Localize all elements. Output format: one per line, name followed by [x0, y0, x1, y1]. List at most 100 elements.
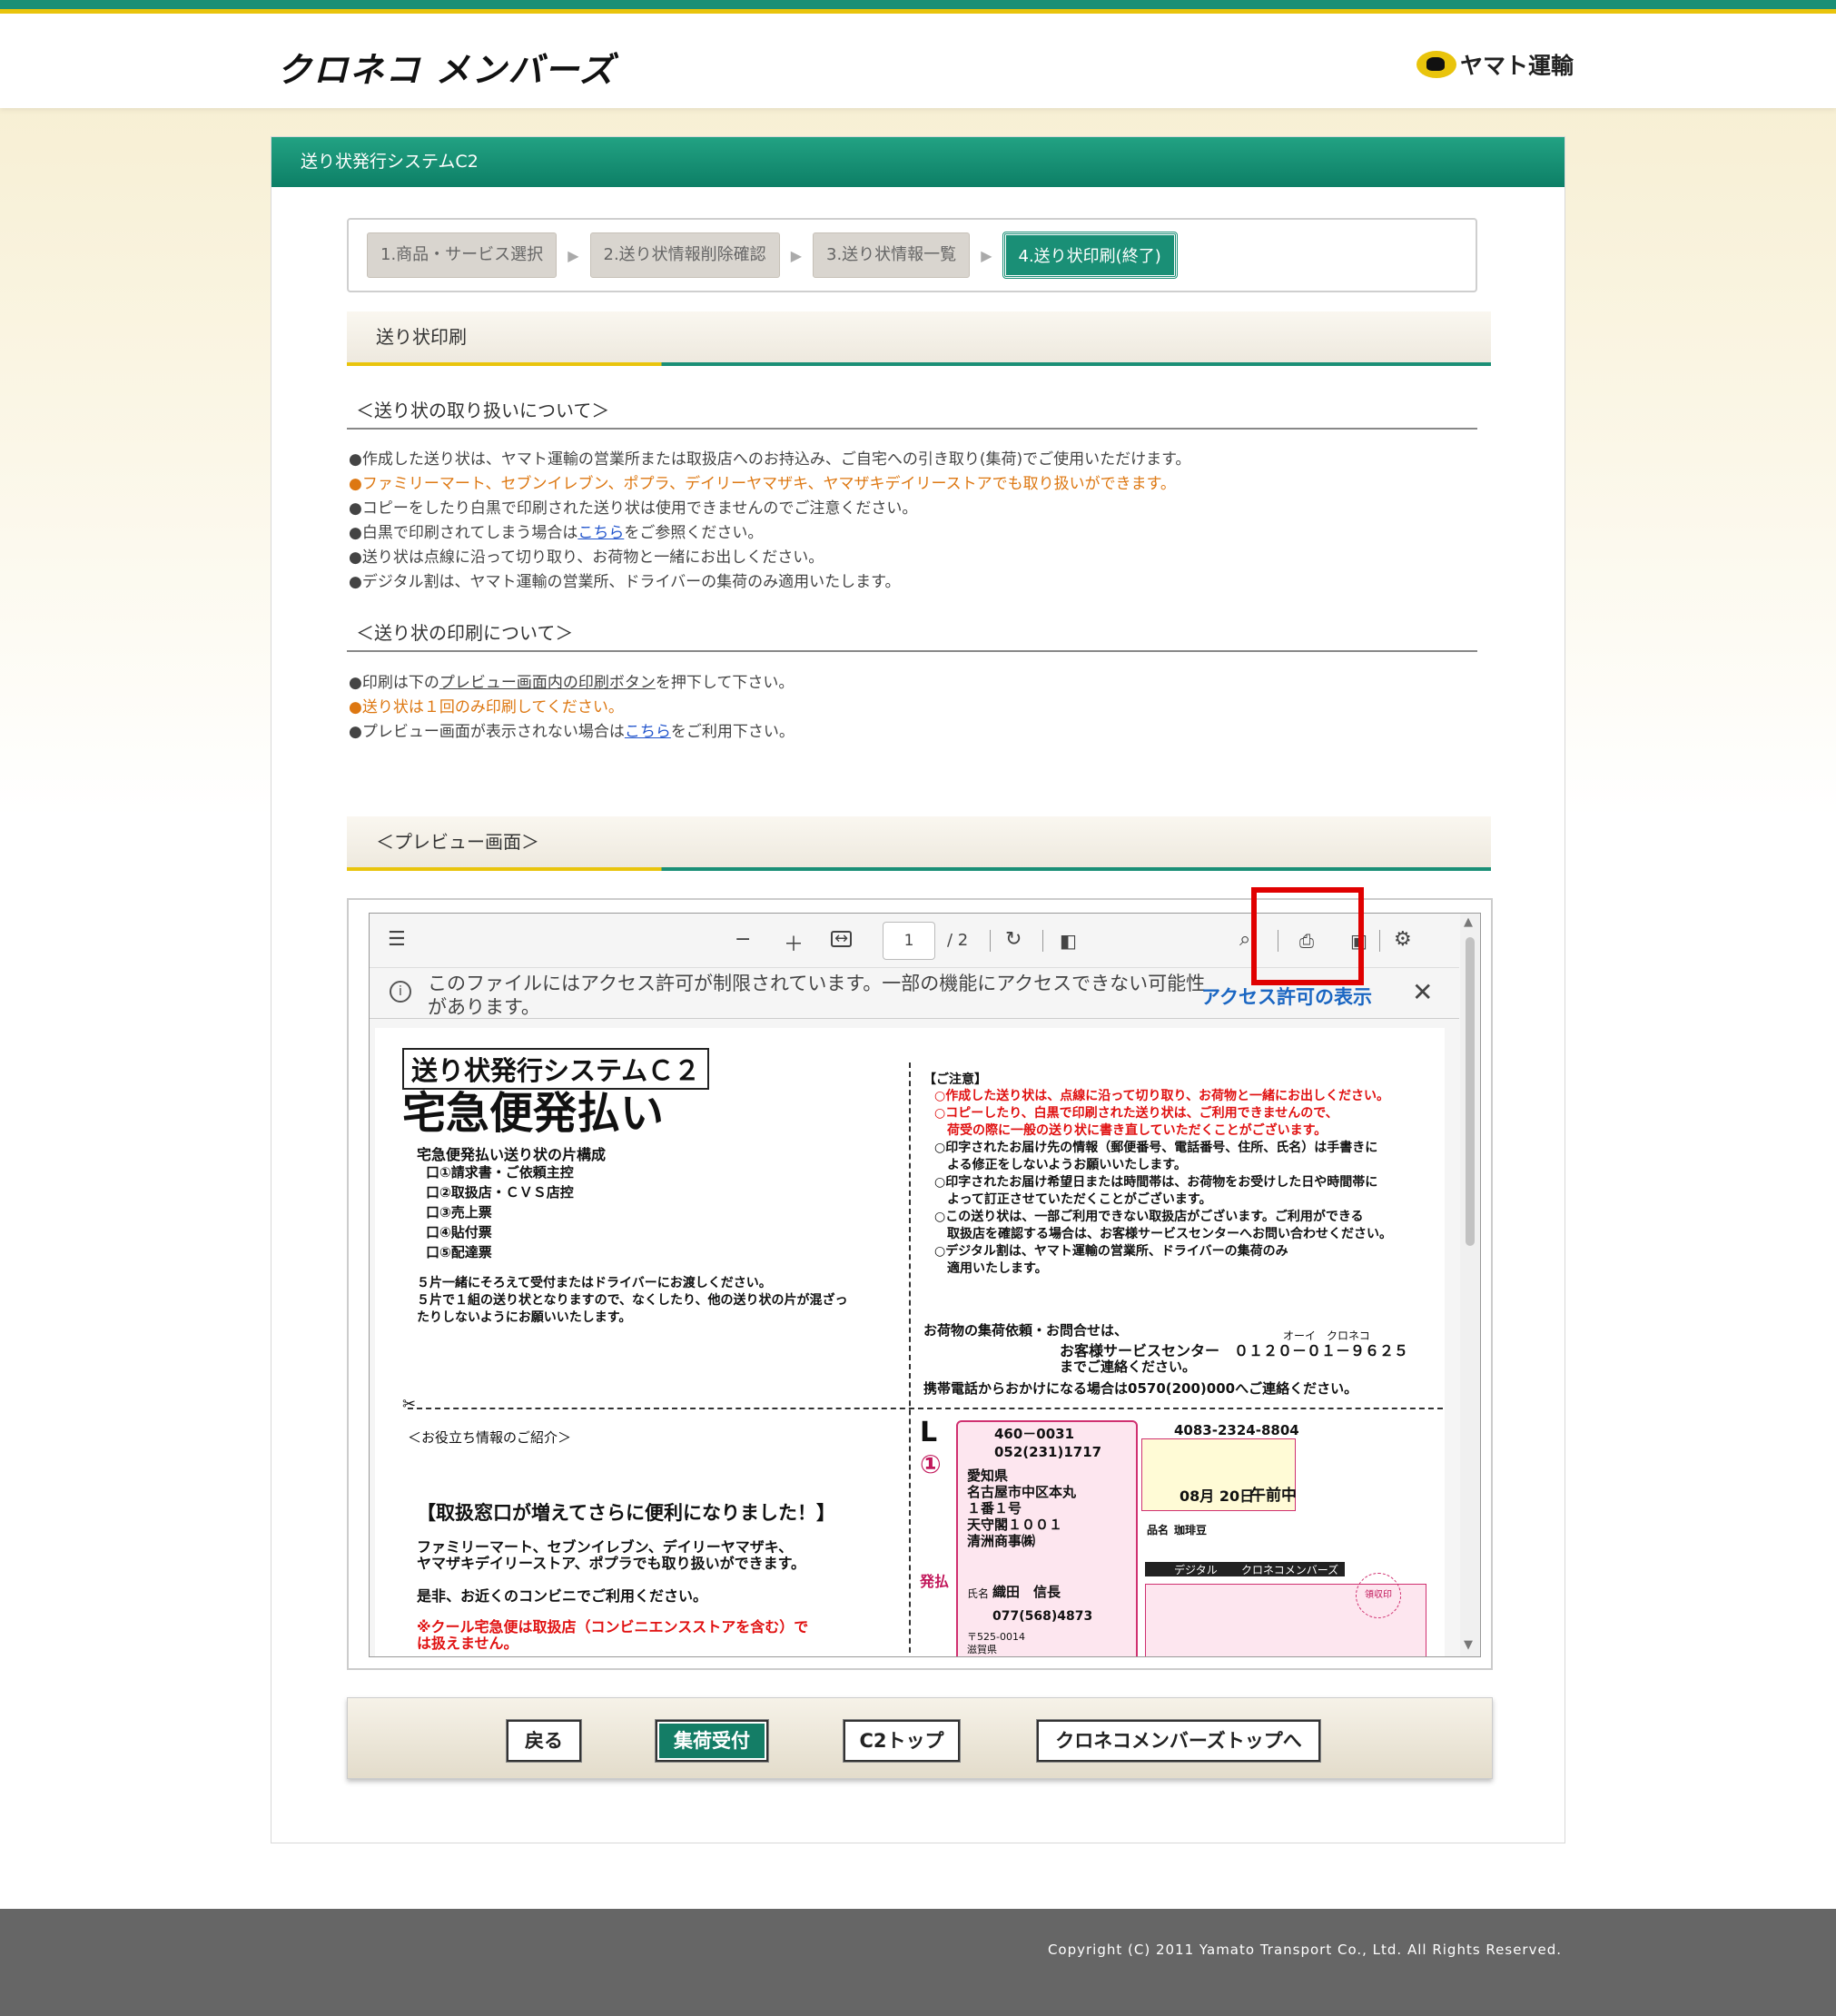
- info-icon: i: [390, 981, 411, 1003]
- zoom-out-icon[interactable]: −: [735, 928, 751, 951]
- members-label: クロネコメンバーズ: [1241, 1564, 1339, 1576]
- item-name: 珈琲豆: [1174, 1524, 1208, 1537]
- caution-title: 【ご注意】: [923, 1072, 987, 1087]
- promo-warning: は扱えません。: [417, 1635, 518, 1652]
- item-label: 品名: [1147, 1524, 1170, 1537]
- cut-line-vertical: [909, 1062, 911, 1656]
- caution-item: 取扱店を確認する場合は、お客様サービスセンターへお問い合わせください。: [934, 1227, 1392, 1241]
- step-3: 3.送り状情報一覧: [813, 232, 971, 278]
- printing-item-once: ●送り状は１回のみ印刷してください。: [349, 698, 624, 716]
- contact-line: お荷物の集荷依頼・お問合せは、: [923, 1322, 1129, 1339]
- permission-message: このファイルにはアクセス許可が制限されています。一部の機能にアクセスできない可能…: [428, 973, 1206, 1018]
- slip-number: 4083-2324-8804: [1174, 1422, 1299, 1438]
- scroll-down-icon[interactable]: ▼: [1464, 1638, 1473, 1652]
- contact-mobile: 携帯電話からおかけになる場合は0570(200)000へご連絡ください。: [923, 1380, 1358, 1397]
- section-underline: [347, 867, 1491, 871]
- main-panel: 送り状発行システムC2 1.商品・サービス選択 ▶ 2.送り状情報削除確認 ▶ …: [271, 136, 1565, 1843]
- page-number-input[interactable]: 1: [883, 922, 935, 960]
- step-1: 1.商品・サービス選択: [367, 232, 558, 278]
- caution-item: ○この送り状は、一部ご利用できない取扱店がございます。ご利用ができる: [934, 1210, 1364, 1224]
- section-header-print: 送り状印刷: [347, 311, 1491, 366]
- copyright: Copyright (C) 2011 Yamato Transport Co.,…: [1047, 1942, 1562, 1958]
- step-arrow-icon: ▶: [790, 246, 802, 264]
- parts-title: 宅急便発払い送り状の片構成: [417, 1146, 607, 1163]
- printing-item: ●プレビュー画面が表示されない場合はこちらをご利用下さい。: [349, 720, 795, 745]
- yamato-logo-text: ヤマト運輸: [1460, 53, 1574, 79]
- toolbar-separator: [990, 930, 991, 952]
- handling-item: ●送り状は点線に沿って切り取り、お荷物と一緒にお出しください。: [349, 548, 824, 567]
- sender-addr: 滋賀県: [967, 1644, 997, 1655]
- receipt-stamp: 領収印: [1356, 1573, 1401, 1618]
- contents-list-icon[interactable]: ☰: [388, 928, 406, 951]
- back-button[interactable]: 戻る: [507, 1720, 581, 1762]
- scroll-up-icon[interactable]: ▲: [1464, 915, 1473, 929]
- pdf-preview-frame: ☰ − ＋ ↔ 1 / 2 ↻ ◧ ⌕ ⎙ ▣ ⚙ i このファイルにはアクセス…: [347, 898, 1493, 1670]
- recipient-company: 清洲商事㈱: [967, 1533, 1036, 1549]
- step-arrow-icon: ▶: [981, 246, 992, 264]
- caution-item: ○デジタル割は、ヤマト運輸の営業所、ドライバーの集荷のみ: [934, 1244, 1288, 1259]
- toolbar-separator: [1042, 930, 1043, 952]
- handling-item: ●コピーをしたり白黒で印刷された送り状は使用できませんのでご注意ください。: [349, 499, 918, 518]
- search-icon[interactable]: ⌕: [1239, 928, 1250, 951]
- preview-help-link[interactable]: こちら: [625, 723, 671, 741]
- handling-item: ●白黒で印刷されてしまう場合はこちらをご参照ください。: [349, 521, 1190, 546]
- toolbar-separator: [1379, 930, 1380, 952]
- step-indicator: 1.商品・サービス選択 ▶ 2.送り状情報削除確認 ▶ 3.送り状情報一覧 ▶ …: [347, 218, 1477, 292]
- fit-page-icon[interactable]: ↔: [831, 931, 853, 947]
- step-arrow-icon: ▶: [568, 246, 579, 264]
- section-title: 送り状印刷: [376, 326, 467, 348]
- label-num: ①: [920, 1449, 942, 1479]
- black-cat-icon: [1416, 51, 1456, 78]
- printing-item: ●印刷は下のプレビュー画面内の印刷ボタンを押下して下さい。: [349, 671, 795, 696]
- text: をご参照ください。: [624, 524, 764, 542]
- part-item: 口④貼付票: [426, 1224, 492, 1240]
- delivery-time: 午前中: [1250, 1487, 1297, 1505]
- text: ●印刷は下の: [349, 674, 439, 692]
- text: ●プレビュー画面が表示されない場合は: [349, 723, 625, 741]
- scissors-icon: ✂: [402, 1395, 417, 1414]
- text: をご利用下さい。: [670, 723, 795, 741]
- handling-item: ●デジタル割は、ヤマト運輸の営業所、ドライバーの集荷のみ適用いたします。: [349, 573, 901, 591]
- c2-top-button[interactable]: C2トップ: [844, 1720, 960, 1762]
- view-permissions-link[interactable]: アクセス許可の表示: [1201, 983, 1372, 1010]
- part-item: 口⑤配達票: [426, 1244, 492, 1260]
- cut-line-horizontal: [408, 1408, 1443, 1409]
- bw-help-link[interactable]: こちら: [577, 524, 624, 542]
- caution-item: よって訂正させていただくことがございます。: [934, 1192, 1212, 1207]
- caution-red: 荷受の際に一般の送り状に書き直していただくことがございます。: [934, 1123, 1328, 1138]
- two-page-view-icon[interactable]: ◧: [1060, 930, 1077, 952]
- kuroneko-members-logo[interactable]: クロネコ メンバーズ: [277, 42, 616, 92]
- caution-item: ○印字されたお届け希望日または時間帯は、お荷物をお受けした日や時間帯に: [934, 1175, 1378, 1190]
- doc-note: ５片で１組の送り状となりますので、なくしたり、他の送り状の片が混ざっ: [417, 1293, 848, 1308]
- sender-tel: 077(568)4873: [992, 1609, 1093, 1624]
- recipient-tel: 052(231)1717: [994, 1444, 1102, 1460]
- rotate-icon[interactable]: ↻: [1005, 928, 1022, 951]
- zoom-in-icon[interactable]: ＋: [784, 928, 804, 957]
- doc-note: ５片一緒にそろえて受付またはドライバーにお渡しください。: [417, 1276, 772, 1290]
- handling-subtitle: ＜送り状の取り扱いについて＞: [347, 396, 1477, 430]
- members-top-button[interactable]: クロネコメンバーズトップへ: [1037, 1720, 1320, 1762]
- part-item: 口②取扱店・ＣＶＳ店控: [426, 1184, 574, 1201]
- caution-red: ○作成した送り状は、点線に沿って切り取り、お荷物と一緒にお出しください。: [934, 1089, 1389, 1103]
- step-4-current: 4.送り状印刷(終了): [1002, 232, 1178, 279]
- handling-item-cvs: ●ファミリーマート、セブンイレブン、ポプラ、デイリーヤマザキ、ヤマザキデイリース…: [349, 475, 1176, 493]
- caution-item: よる修正をしないようお願いいたします。: [934, 1158, 1187, 1172]
- pdf-page: 送り状発行システムＣ２ 宅急便発払い 宅急便発払い送り状の片構成 口①請求書・ご…: [375, 1028, 1445, 1656]
- pdf-scrollbar[interactable]: ▲ ▼: [1460, 914, 1480, 1656]
- page-total: / 2: [947, 931, 969, 950]
- part-item: 口③売上票: [426, 1204, 492, 1220]
- promo-text: ヤマザキデイリーストア、ポプラでも取り扱いができます。: [417, 1555, 806, 1572]
- scroll-thumb[interactable]: [1466, 937, 1475, 1246]
- close-icon[interactable]: ✕: [1412, 977, 1433, 1007]
- settings-gear-icon[interactable]: ⚙: [1394, 928, 1412, 951]
- panel-title: 送り状発行システムC2: [271, 137, 1565, 187]
- contact-line: までご連絡ください。: [1060, 1359, 1197, 1375]
- section-header-preview: ＜プレビュー画面＞: [347, 816, 1491, 871]
- doc-main-title: 宅急便発払い: [402, 1088, 665, 1139]
- info-title: ＜お役立ち情報のご紹介＞: [408, 1429, 572, 1446]
- pdf-viewer[interactable]: ☰ − ＋ ↔ 1 / 2 ↻ ◧ ⌕ ⎙ ▣ ⚙ i このファイルにはアクセス…: [369, 913, 1481, 1657]
- header-accent-line: [0, 9, 1836, 14]
- pickup-button[interactable]: 集荷受付: [656, 1720, 768, 1762]
- caution-item: 適用いたします。: [934, 1261, 1048, 1276]
- yamato-logo[interactable]: ヤマト運輸: [1416, 48, 1574, 81]
